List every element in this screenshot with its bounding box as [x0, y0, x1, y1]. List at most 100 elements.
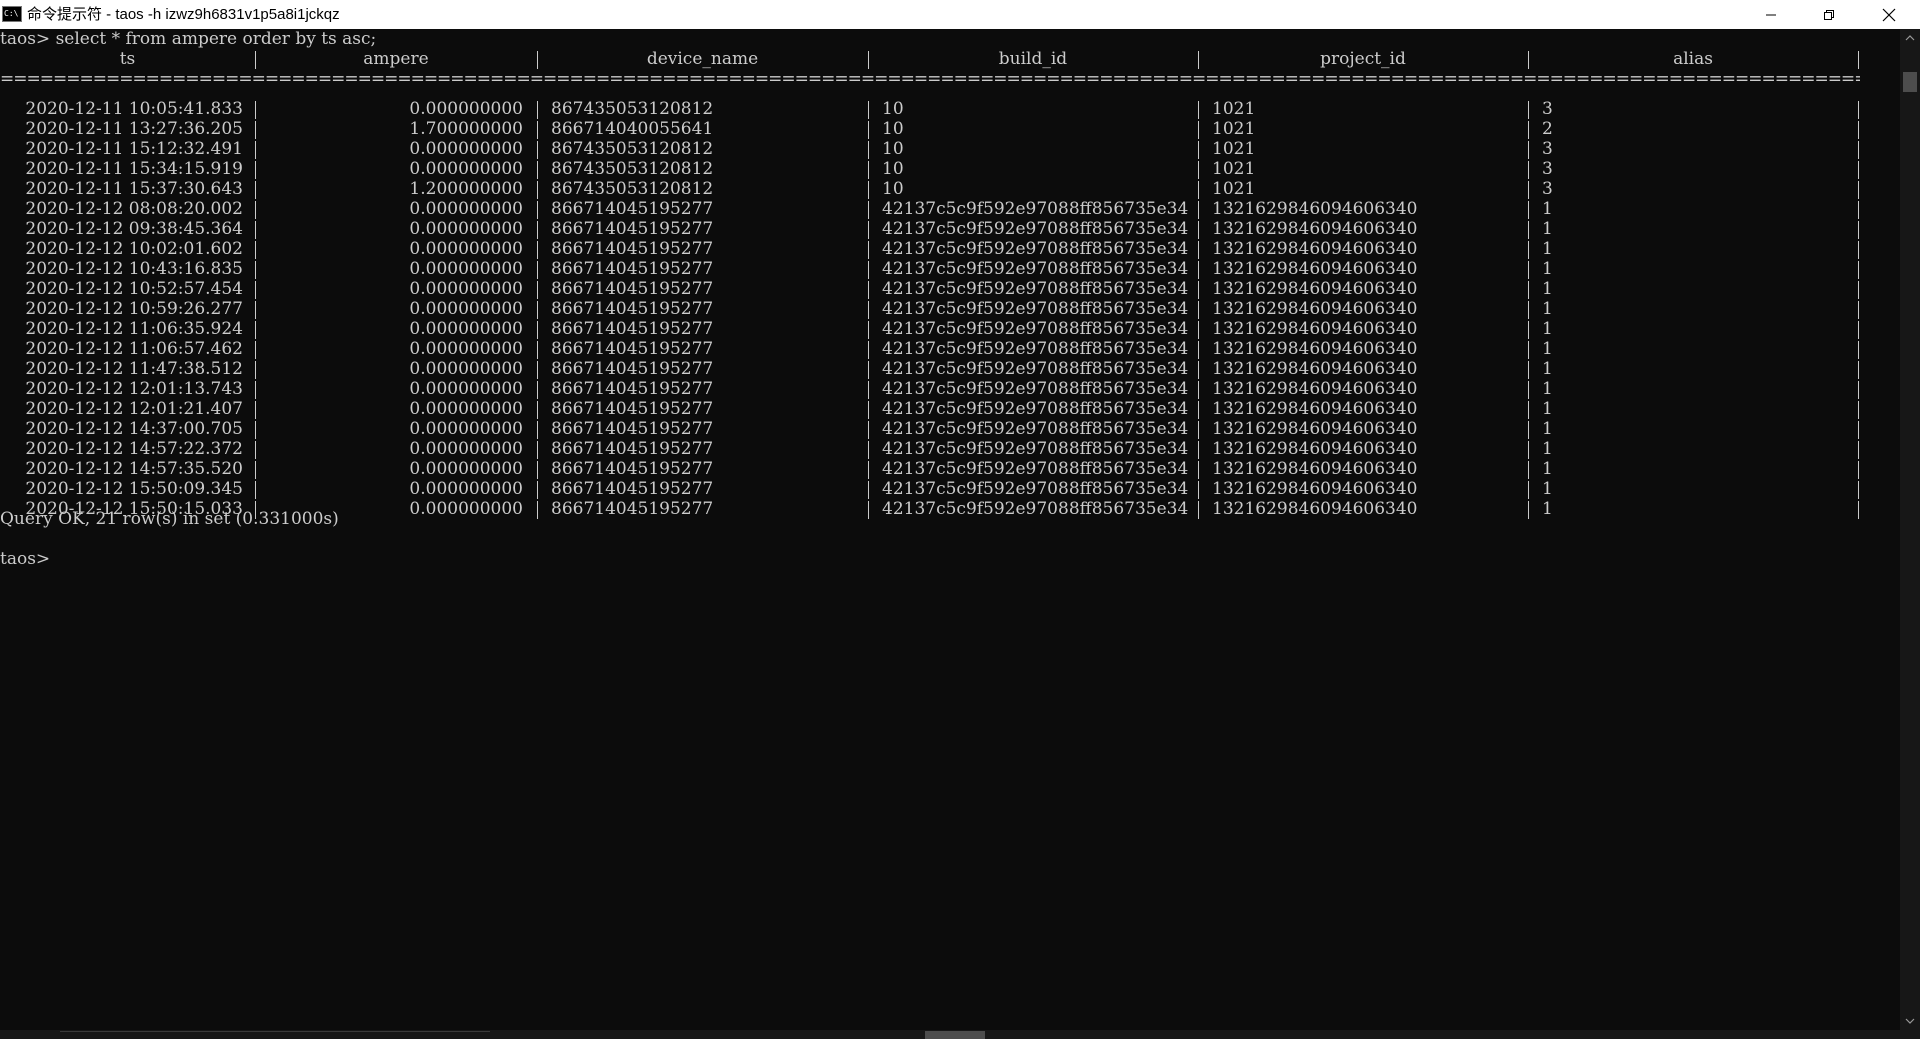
column-divider: [1858, 161, 1859, 179]
table-row: 2020-12-12 09:38:45.364 0.000000000 866714…: [0, 219, 1860, 239]
table-row: 2020-12-12 10:59:26.277 0.000000000 866714…: [0, 299, 1860, 319]
alias-cell: 1: [1542, 199, 1553, 219]
column-divider: [255, 441, 256, 459]
ts-cell: 2020-12-11 15:12:32.491: [25, 139, 243, 159]
column-divider: [537, 281, 538, 299]
device-name-cell: 867435053120812: [551, 159, 714, 179]
table-row: 2020-12-12 11:06:57.462 0.000000000 866714…: [0, 339, 1860, 359]
restore-button[interactable]: [1800, 0, 1858, 29]
build-id-cell: 10: [882, 179, 904, 199]
column-divider: [868, 301, 869, 319]
alias-cell: 1: [1542, 239, 1553, 259]
ampere-cell: 0.000000000: [409, 359, 523, 379]
table-row: 2020-12-11 15:37:30.643 1.200000000 867435…: [0, 179, 1860, 199]
column-divider: [537, 261, 538, 279]
vertical-scrollbar[interactable]: [1900, 29, 1920, 1030]
ts-cell: 2020-12-12 11:06:57.462: [25, 339, 243, 359]
build-id-cell: 10: [882, 119, 904, 139]
column-divider: [537, 221, 538, 239]
alias-cell: 1: [1542, 459, 1553, 479]
column-divider: [868, 121, 869, 139]
column-divider: [1528, 441, 1529, 459]
column-divider: [868, 441, 869, 459]
ts-cell: 2020-12-11 15:37:30.643: [25, 179, 243, 199]
build-id-cell: 42137c5c9f592e97088ff856735e34: [882, 339, 1189, 359]
column-divider: [1528, 101, 1529, 119]
column-divider: [537, 401, 538, 419]
column-divider: [1198, 241, 1199, 259]
column-divider: [868, 181, 869, 199]
title-bar[interactable]: C:\ 命令提示符 - taos -h izwz9h6831v1p5a8i1jc…: [0, 0, 1920, 29]
build-id-cell: 42137c5c9f592e97088ff856735e34: [882, 319, 1189, 339]
column-divider: [1528, 241, 1529, 259]
column-divider: [537, 361, 538, 379]
ampere-cell: 0.000000000: [409, 479, 523, 499]
column-divider: [1198, 321, 1199, 339]
ts-cell: 2020-12-12 09:38:45.364: [25, 219, 243, 239]
alias-cell: 3: [1542, 139, 1553, 159]
project-id-cell: 1321629846094606340: [1212, 339, 1418, 359]
device-name-cell: 866714040055641: [551, 119, 714, 139]
project-id-cell: 1021: [1212, 159, 1256, 179]
column-divider: [868, 141, 869, 159]
project-id-cell: 1321629846094606340: [1212, 379, 1418, 399]
header-alias: alias: [1673, 49, 1713, 69]
input-prompt[interactable]: taos>: [0, 549, 50, 569]
alias-cell: 1: [1542, 399, 1553, 419]
column-divider: [255, 141, 256, 159]
vertical-scroll-thumb[interactable]: [1903, 72, 1917, 92]
alias-cell: 3: [1542, 179, 1553, 199]
column-divider: [868, 381, 869, 399]
column-divider: [1528, 121, 1529, 139]
table-row: 2020-12-12 14:37:00.705 0.000000000 866714…: [0, 419, 1860, 439]
column-divider: [1528, 361, 1529, 379]
horizontal-scroll-thumb[interactable]: [925, 1031, 985, 1039]
column-divider: [868, 161, 869, 179]
column-divider: [255, 481, 256, 499]
table-row: 2020-12-12 15:50:09.345 0.000000000 866714…: [0, 479, 1860, 499]
column-divider: [537, 421, 538, 439]
table-row: 2020-12-11 10:05:41.833 0.000000000 867435…: [0, 99, 1860, 119]
column-divider: [1528, 381, 1529, 399]
ts-cell: 2020-12-11 13:27:36.205: [25, 119, 243, 139]
column-divider: [255, 261, 256, 279]
build-id-cell: 42137c5c9f592e97088ff856735e34: [882, 299, 1189, 319]
column-divider: [255, 201, 256, 219]
close-button[interactable]: [1858, 0, 1920, 29]
project-id-cell: 1021: [1212, 179, 1256, 199]
column-divider: [1528, 341, 1529, 359]
column-divider: [1198, 501, 1199, 519]
console-icon[interactable]: C:\: [2, 6, 22, 22]
build-id-cell: 42137c5c9f592e97088ff856735e34: [882, 419, 1189, 439]
query-status: Query OK, 21 row(s) in set (0.331000s): [0, 509, 339, 529]
device-name-cell: 866714045195277: [551, 239, 714, 259]
column-divider: [1198, 161, 1199, 179]
column-divider: [1528, 221, 1529, 239]
column-divider: [255, 241, 256, 259]
minimize-button[interactable]: [1742, 0, 1800, 29]
column-divider: [1858, 261, 1859, 279]
alias-cell: 1: [1542, 219, 1553, 239]
alias-cell: 1: [1542, 419, 1553, 439]
console-output[interactable]: taos> select * from ampere order by ts a…: [0, 29, 1900, 1030]
column-divider: [537, 241, 538, 259]
alias-cell: 1: [1542, 339, 1553, 359]
column-divider: [1198, 361, 1199, 379]
column-divider: [1528, 421, 1529, 439]
horizontal-scrollbar[interactable]: [0, 1030, 1900, 1039]
column-divider: [868, 481, 869, 499]
column-divider: [1198, 301, 1199, 319]
ampere-cell: 0.000000000: [409, 439, 523, 459]
column-divider: [537, 161, 538, 179]
scroll-down-icon[interactable]: [1905, 1018, 1915, 1024]
column-divider: [537, 461, 538, 479]
column-divider: [868, 101, 869, 119]
column-divider: [1858, 141, 1859, 159]
ts-cell: 2020-12-11 15:34:15.919: [25, 159, 243, 179]
column-divider: [1528, 321, 1529, 339]
ampere-cell: 0.000000000: [409, 99, 523, 119]
project-id-cell: 1321629846094606340: [1212, 239, 1418, 259]
column-divider: [868, 281, 869, 299]
scroll-up-icon[interactable]: [1905, 35, 1915, 41]
column-divider: [868, 361, 869, 379]
